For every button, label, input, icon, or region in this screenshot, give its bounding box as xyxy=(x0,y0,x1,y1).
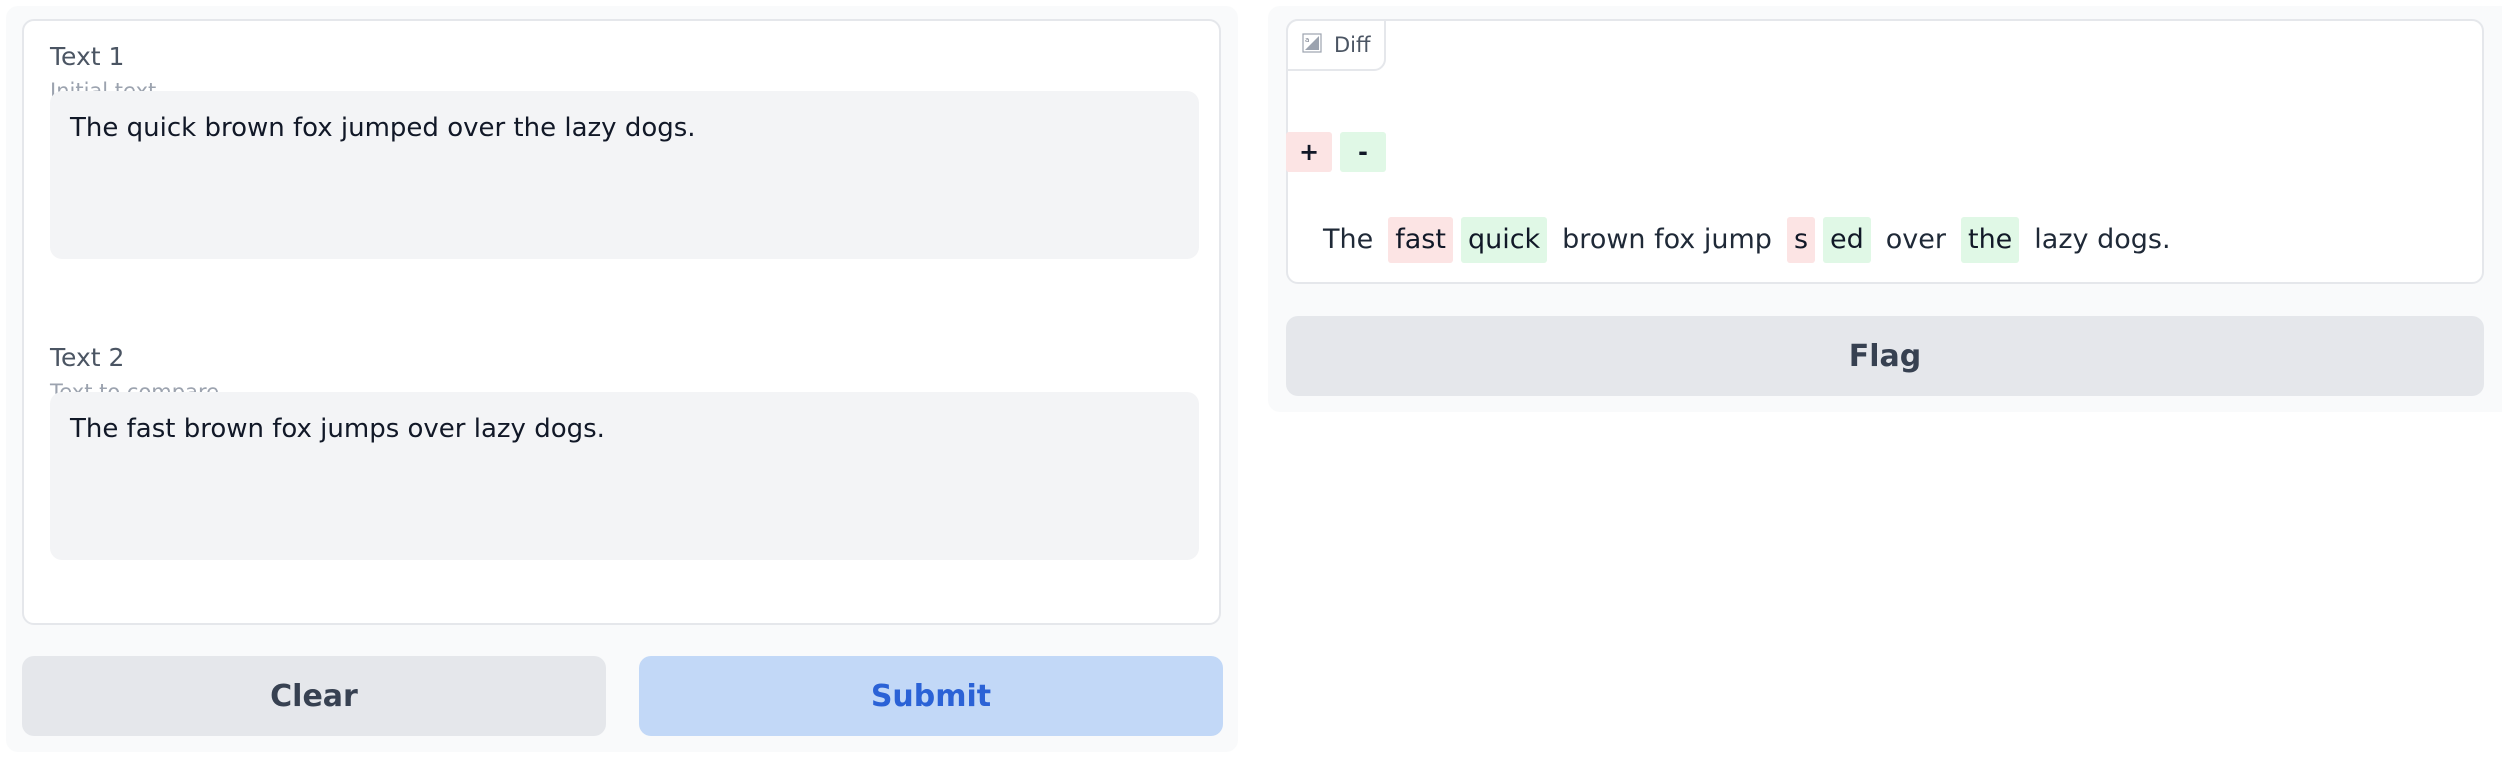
diff-token-removed: ed xyxy=(1823,217,1871,263)
legend-added: + xyxy=(1286,132,1332,172)
text2-input[interactable]: The fast brown fox jumps over lazy dogs. xyxy=(50,392,1199,560)
flag-button[interactable]: Flag xyxy=(1286,316,2484,396)
output-column: a Diff + - The fast quick brown fox jump… xyxy=(1268,6,2502,412)
text2-label: Text 2 xyxy=(50,343,125,372)
diff-token-removed: quick xyxy=(1460,217,1548,263)
diff-token-removed: the xyxy=(1960,217,2020,263)
diff-legend: + - xyxy=(1286,132,1386,172)
diff-token: lazy dogs. xyxy=(2034,224,2171,255)
text1-input[interactable]: The quick brown fox jumped over the lazy… xyxy=(50,91,1199,259)
diff-tab-label: Diff xyxy=(1334,33,1371,57)
diff-tab: a Diff xyxy=(1286,19,1387,71)
svg-text:a: a xyxy=(1305,36,1309,44)
clear-button[interactable]: Clear xyxy=(22,656,606,736)
submit-button[interactable]: Submit xyxy=(639,656,1223,736)
diff-token-added: s xyxy=(1786,217,1816,263)
inputs-panel: Text 1 Initial text The quick brown fox … xyxy=(22,19,1221,625)
diff-token: The xyxy=(1323,224,1374,255)
diff-token-added: fast xyxy=(1388,217,1453,263)
highlighted-text-icon: a xyxy=(1302,32,1322,58)
input-column: Text 1 Initial text The quick brown fox … xyxy=(6,6,1238,752)
diff-token: over xyxy=(1885,224,1946,255)
diff-token: brown fox jump xyxy=(1562,224,1772,255)
diff-text: The fast quick brown fox jump s ed over … xyxy=(1316,217,2178,263)
diff-output-panel: a Diff + - The fast quick brown fox jump… xyxy=(1286,19,2484,284)
legend-removed: - xyxy=(1340,132,1386,172)
text1-label: Text 1 xyxy=(50,42,125,71)
app-root: Text 1 Initial text The quick brown fox … xyxy=(0,0,2502,766)
